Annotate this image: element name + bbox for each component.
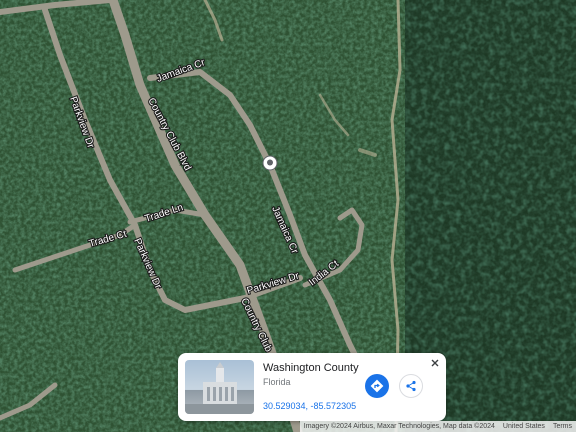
share-icon [406, 380, 416, 392]
location-pin-icon[interactable] [262, 155, 278, 171]
close-icon [431, 359, 439, 367]
map-attribution: Imagery ©2024 Airbus, Maxar Technologies… [299, 421, 576, 432]
place-photo[interactable] [185, 360, 254, 414]
courthouse-photo [185, 362, 254, 414]
directions-button[interactable] [365, 374, 389, 398]
directions-icon [370, 379, 384, 393]
terms-link[interactable]: Terms [549, 421, 576, 432]
country-link[interactable]: United States [499, 421, 549, 432]
place-coordinates[interactable]: 30.529034, -85.572305 [263, 401, 356, 411]
place-name: Washington County [263, 362, 359, 374]
place-region: Florida [263, 377, 291, 387]
imagery-credit: Imagery ©2024 Airbus, Maxar Technologies… [303, 423, 495, 430]
place-card[interactable]: Washington County Florida 30.529034, -85… [178, 353, 446, 421]
share-button[interactable] [399, 374, 423, 398]
close-button[interactable] [428, 356, 442, 370]
